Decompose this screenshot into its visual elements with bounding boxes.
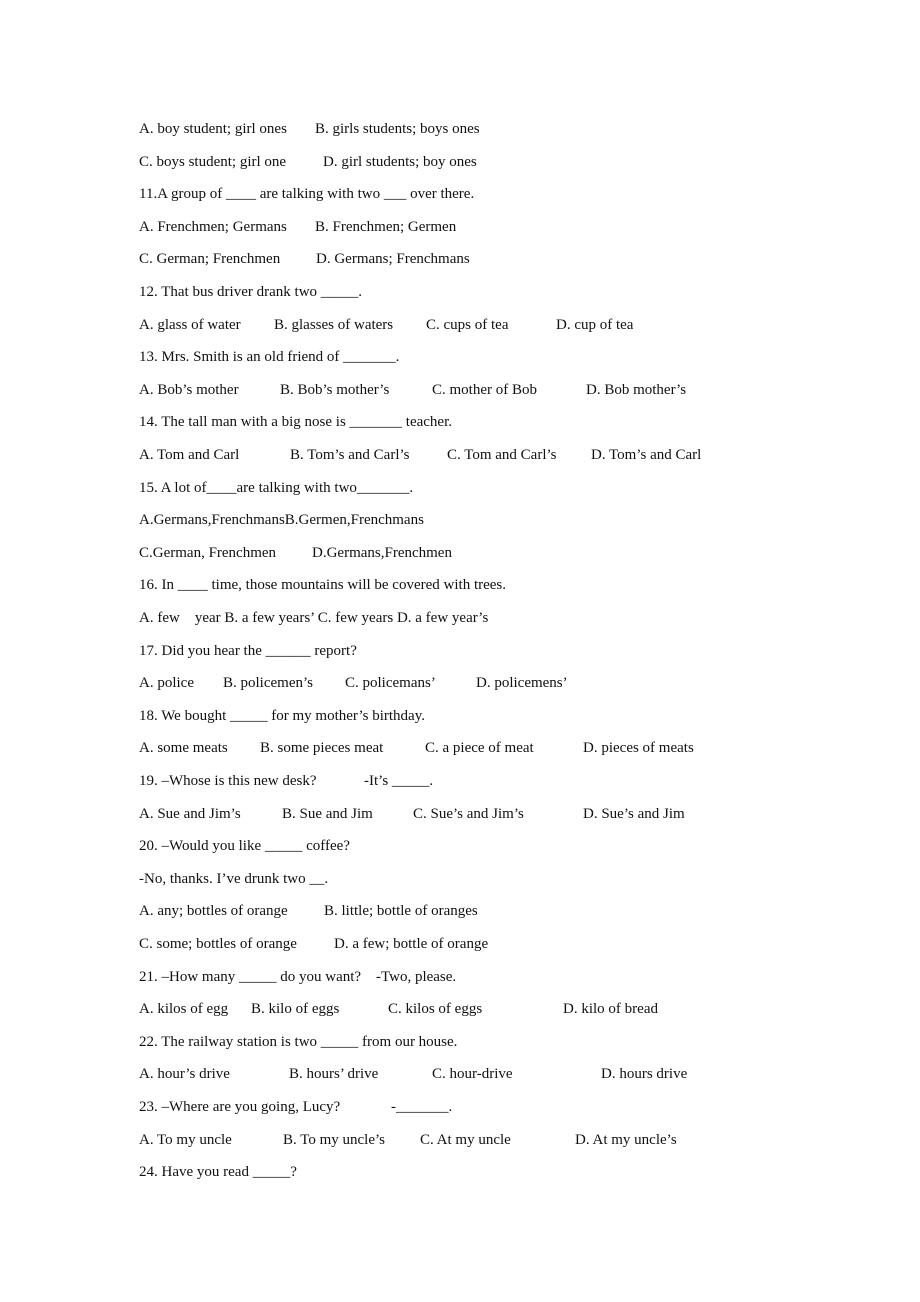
question-text: -Two, please. [376,968,457,985]
answer-option: C. hour-drive [432,1066,513,1083]
answer-option: D. a few; bottle of orange [334,936,489,952]
question-text: 20. –Would you like _____ coffee? [139,838,350,855]
answer-option: D. Tom’s and Carl [591,447,702,463]
answer-option: B. policemen’s [223,675,313,692]
answer-option: C. cups of tea [426,316,509,333]
question-text: 15. A lot of____are talking with two____… [139,479,414,496]
answer-option: C. kilos of eggs [388,1001,483,1018]
question-text: 19. –Whose is this new desk? [139,773,317,789]
answer-option: D.Germans,Frenchmen [312,544,452,561]
answer-option: D. Sue’s and Jim [583,805,685,822]
answer-option: A. Sue and Jim’s [139,805,241,822]
question-text: 17. Did you hear the ______ report? [139,642,357,659]
answer-option: C. policemans’ [345,675,436,692]
answer-option: A. some meats [139,740,228,757]
answer-option: A. few year B. a few years’ C. few years… [139,610,489,626]
answer-option: C. a piece of meat [425,740,534,757]
answer-option: C. mother of Bob [432,381,537,398]
question-text: 11.A group of ____ are talking with two … [139,186,475,203]
answer-option: A. any; bottles of orange [139,903,288,920]
question-text: 13. Mrs. Smith is an old friend of _____… [139,349,400,366]
answer-option: B. Bob’s mother’s [280,381,390,398]
answer-option: C. some; bottles of orange [139,936,297,952]
answer-option: D. girl students; boy ones [323,153,477,170]
question-text: -_______. [391,1099,453,1115]
answer-option: A. police [139,675,194,692]
answer-option: A. boy student; girl ones [139,121,287,137]
answer-option: B. girls students; boys ones [315,121,480,137]
answer-option: B. hours’ drive [289,1066,379,1083]
question-text: 12. That bus driver drank two _____. [139,284,363,300]
answer-option: A. To my uncle [139,1131,232,1148]
answer-option: B. kilo of eggs [251,1001,340,1018]
answer-option: D. At my uncle’s [575,1131,677,1148]
answer-option: D. pieces of meats [583,740,694,757]
answer-option: B. Frenchmen; Germen [315,218,457,235]
answer-option: A. Bob’s mother [139,381,239,398]
answer-option: D. hours drive [601,1066,688,1083]
question-text: -No, thanks. I’ve drunk two __. [139,870,329,887]
answer-option: A. kilos of egg [139,1001,229,1018]
question-text: 22. The railway station is two _____ fro… [139,1033,458,1050]
answer-option: D. kilo of bread [563,1001,658,1018]
answer-option: A. Frenchmen; Germans [139,218,287,235]
answer-option: A. hour’s drive [139,1066,230,1083]
answer-option: B. To my uncle’s [283,1131,386,1148]
question-text: 16. In ____ time, those mountains will b… [139,577,507,594]
answer-option: A. Tom and Carl [139,447,240,463]
answer-option: C. Tom and Carl’s [447,447,557,463]
answer-option: C. At my uncle [420,1131,511,1148]
answer-option: D. policemens’ [476,675,568,692]
answer-option: D. Bob mother’s [586,381,687,398]
question-text: -It’s _____. [364,773,434,789]
answer-option: C. boys student; girl one [139,153,287,170]
answer-option: A.Germans,FrenchmansB.Germen,Frenchmans [139,512,424,529]
document-page: A. boy student; girl ones B. girls studen… [0,0,920,1302]
answer-option: C. Sue’s and Jim’s [413,805,524,822]
answer-option: B. Tom’s and Carl’s [290,447,410,463]
answer-option: B. Sue and Jim [282,805,373,822]
answer-option: D. cup of tea [556,316,634,333]
question-text: 18. We bought _____ for my mother’s birt… [139,707,425,724]
question-text: 21. –How many _____ do you want? [139,968,362,985]
answer-option: A. glass of water [139,316,241,333]
answer-option: C.German, Frenchmen [139,544,277,561]
question-text: 24. Have you read _____? [139,1164,297,1181]
question-text: 23. –Where are you going, Lucy? [139,1099,341,1115]
answer-option: D. Germans; Frenchmans [316,251,470,268]
answer-option: B. glasses of waters [274,316,394,333]
answer-option: B. some pieces meat [260,740,384,757]
answer-option: B. little; bottle of oranges [324,903,478,920]
answer-option: C. German; Frenchmen [139,251,281,268]
question-text: 14. The tall man with a big nose is ____… [139,414,452,431]
